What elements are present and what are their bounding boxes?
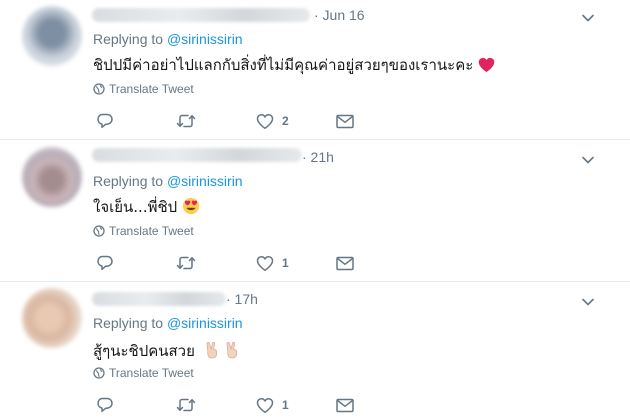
retweet-button[interactable]	[176, 395, 196, 415]
like-count: 1	[282, 398, 289, 412]
avatar[interactable]	[22, 288, 82, 348]
like-button[interactable]: 1	[256, 253, 289, 273]
dm-icon	[336, 398, 354, 412]
reply-icon	[97, 255, 113, 271]
heart-eyes-face-icon	[182, 197, 200, 215]
tweet-timestamp[interactable]: · 17h	[226, 291, 258, 307]
direct-message-button[interactable]	[336, 111, 354, 131]
like-count: 2	[282, 114, 289, 128]
like-icon	[256, 397, 274, 413]
dm-icon	[336, 114, 354, 128]
red-heart-icon	[478, 57, 495, 73]
direct-message-button[interactable]	[336, 253, 354, 273]
tweet-actions: 1	[96, 253, 366, 273]
tweet-text: สู้ๆนะชิปคนสวย	[93, 339, 240, 363]
translate-tweet-label: Translate Tweet	[109, 224, 194, 238]
replying-to-label: Replying to	[93, 31, 167, 47]
retweet-icon	[176, 398, 196, 412]
reply-button[interactable]	[96, 111, 114, 131]
tweet-text-content: ใจเย็น...พี่ชิป	[93, 198, 178, 216]
translate-tweet-link[interactable]: Translate Tweet	[93, 82, 194, 96]
replying-to-handle-link[interactable]: @sirinissirin	[167, 173, 243, 189]
like-button[interactable]: 1	[256, 395, 289, 415]
chevron-down-icon[interactable]	[580, 152, 596, 168]
like-button[interactable]: 2	[256, 111, 289, 131]
user-name-blurred[interactable]	[92, 8, 310, 22]
user-name-blurred[interactable]	[92, 148, 302, 162]
retweet-icon	[176, 256, 196, 270]
reply-icon	[97, 113, 113, 129]
dm-icon	[336, 256, 354, 270]
tweet-feed: · Jun 16 Replying to @sirinissirin ชิปปม…	[0, 0, 630, 420]
reply-button[interactable]	[96, 253, 114, 273]
like-icon	[256, 113, 274, 129]
victory-hand-icon	[206, 341, 217, 359]
tweet-text-content: ชิปปมีค่าอย่าไปแลกกับสิ่งที่ไม่มีคุณค่าอ…	[93, 56, 474, 74]
avatar[interactable]	[22, 6, 82, 66]
globe-icon	[93, 225, 105, 237]
tweet-3[interactable]: · 17h Replying to @sirinissirin สู้ๆนะชิ…	[0, 282, 630, 420]
globe-icon	[93, 367, 105, 379]
replying-to-label: Replying to	[93, 315, 167, 331]
retweet-icon	[176, 114, 196, 128]
tweet-timestamp[interactable]: · 21h	[302, 149, 334, 165]
replying-to-handle-link[interactable]: @sirinissirin	[167, 31, 243, 47]
reply-button[interactable]	[96, 395, 114, 415]
like-count: 1	[282, 256, 289, 270]
translate-tweet-link[interactable]: Translate Tweet	[93, 366, 194, 380]
tweet-timestamp[interactable]: · Jun 16	[314, 7, 365, 23]
translate-tweet-label: Translate Tweet	[109, 82, 194, 96]
replying-to: Replying to @sirinissirin	[93, 173, 243, 189]
replying-to-handle-link[interactable]: @sirinissirin	[167, 315, 243, 331]
reply-icon	[97, 397, 113, 413]
chevron-down-icon[interactable]	[580, 10, 596, 26]
retweet-button[interactable]	[176, 111, 196, 131]
like-icon	[256, 255, 274, 271]
chevron-down-icon[interactable]	[580, 294, 596, 310]
victory-hand-icon	[227, 341, 238, 359]
tweet-text-content: สู้ๆนะชิปคนสวย	[93, 342, 195, 360]
globe-icon	[93, 83, 105, 95]
tweet-actions: 2	[96, 111, 366, 131]
tweet-2[interactable]: · 21h Replying to @sirinissirin ใจเย็น..…	[0, 140, 630, 282]
translate-tweet-label: Translate Tweet	[109, 366, 194, 380]
retweet-button[interactable]	[176, 253, 196, 273]
direct-message-button[interactable]	[336, 395, 354, 415]
replying-to: Replying to @sirinissirin	[93, 31, 243, 47]
replying-to-label: Replying to	[93, 173, 167, 189]
translate-tweet-link[interactable]: Translate Tweet	[93, 224, 194, 238]
tweet-actions: 1	[96, 395, 366, 415]
replying-to: Replying to @sirinissirin	[93, 315, 243, 331]
tweet-text: ชิปปมีค่าอย่าไปแลกกับสิ่งที่ไม่มีคุณค่าอ…	[93, 53, 495, 77]
avatar[interactable]	[22, 147, 82, 207]
user-name-blurred[interactable]	[92, 292, 226, 306]
tweet-text: ใจเย็น...พี่ชิป	[93, 195, 200, 219]
tweet-1[interactable]: · Jun 16 Replying to @sirinissirin ชิปปม…	[0, 0, 630, 140]
